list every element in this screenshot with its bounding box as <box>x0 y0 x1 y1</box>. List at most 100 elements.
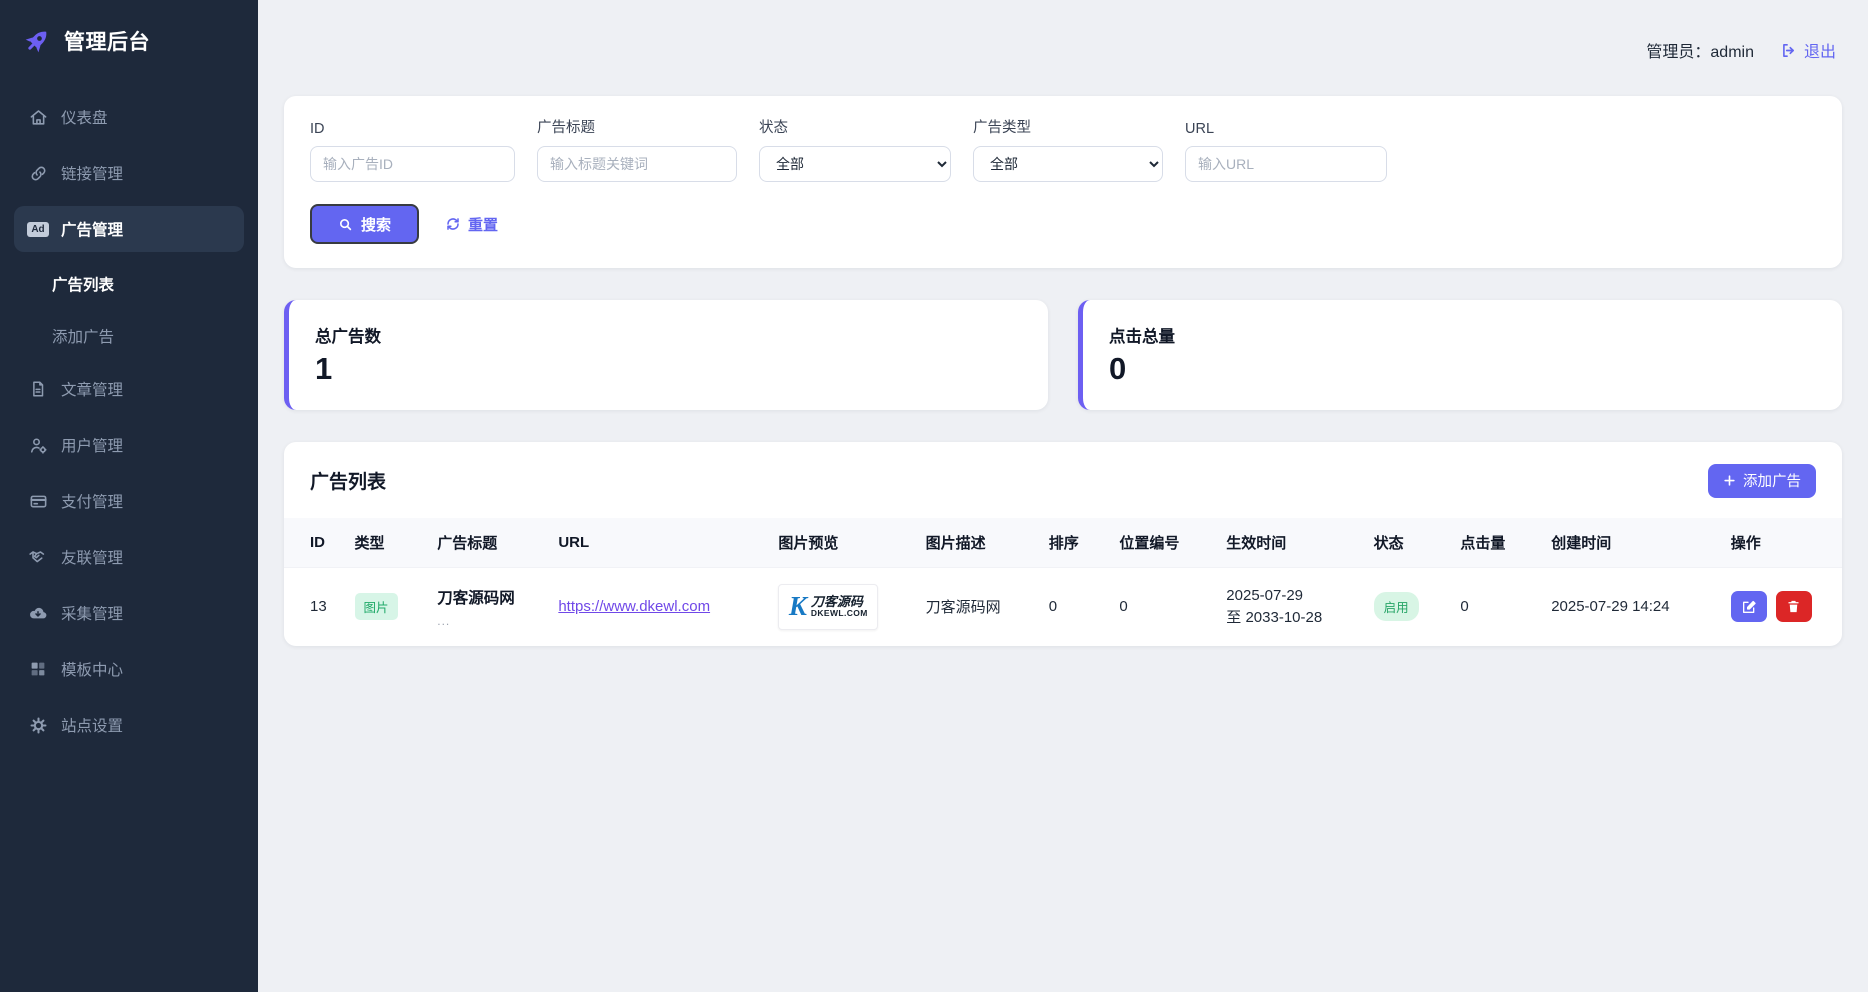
brand-k-glyph: K <box>789 593 807 620</box>
sidebar-item-label: 文章管理 <box>61 378 123 400</box>
col-position: 位置编号 <box>1109 518 1216 568</box>
cell-ad-title-sub: ... <box>437 614 538 628</box>
col-preview: 图片预览 <box>768 518 915 568</box>
preview-brand-en: DKEWL.COM <box>811 609 868 618</box>
reset-button-label: 重置 <box>468 214 498 235</box>
sidebar-item-templates[interactable]: 模板中心 <box>14 646 244 692</box>
filter-status-select[interactable]: 全部 <box>759 146 951 182</box>
sidebar-item-articles[interactable]: 文章管理 <box>14 366 244 412</box>
ad-list-panel: 广告列表 添加广告 ID 类型 广告 <box>284 442 1842 646</box>
stat-card-total-clicks: 点击总量 0 <box>1078 300 1842 410</box>
stat-title: 点击总量 <box>1109 323 1816 347</box>
type-badge: 图片 <box>355 593 398 620</box>
sidebar-item-label: 仪表盘 <box>61 106 108 128</box>
edit-icon <box>1741 599 1757 615</box>
home-icon <box>28 107 48 127</box>
cell-sort: 0 <box>1039 567 1110 646</box>
sidebar-item-site-settings[interactable]: 站点设置 <box>14 702 244 748</box>
delete-button[interactable] <box>1776 591 1812 622</box>
trash-icon <box>1786 599 1801 614</box>
stat-title: 总广告数 <box>315 323 1022 347</box>
sidebar-item-dashboard[interactable]: 仪表盘 <box>14 94 244 140</box>
col-clicks: 点击量 <box>1450 518 1541 568</box>
main-content: 管理员：admin 退出 ID 广告标题 状态 全部 <box>258 0 1868 992</box>
sidebar-item-links[interactable]: 链接管理 <box>14 150 244 196</box>
image-preview[interactable]: K 刀客源码 DKEWL.COM <box>778 584 878 630</box>
sidebar-item-label: 模板中心 <box>61 658 123 680</box>
sidebar-item-friendlinks[interactable]: 友联管理 <box>14 534 244 580</box>
plus-icon <box>1723 474 1736 487</box>
table-row: 13 图片 刀客源码网 ... https://www.dkewl.com K … <box>284 567 1842 646</box>
reset-button[interactable]: 重置 <box>445 214 498 235</box>
sidebar-item-label: 站点设置 <box>61 714 123 736</box>
logout-button[interactable]: 退出 <box>1780 38 1836 62</box>
link-icon <box>28 163 48 183</box>
filter-type-select[interactable]: 全部 <box>973 146 1163 182</box>
stat-card-total-ads: 总广告数 1 <box>284 300 1048 410</box>
ad-table: ID 类型 广告标题 URL 图片预览 图片描述 排序 位置编号 生效时间 状态… <box>284 518 1842 646</box>
effective-from: 2025-07-29 <box>1226 585 1353 607</box>
sidebar-item-payments[interactable]: 支付管理 <box>14 478 244 524</box>
cell-clicks: 0 <box>1450 567 1541 646</box>
table-header-row: ID 类型 广告标题 URL 图片预览 图片描述 排序 位置编号 生效时间 状态… <box>284 518 1842 568</box>
cell-id: 13 <box>284 567 345 646</box>
preview-brand-cn: 刀客源码 <box>811 595 868 609</box>
admin-label: 管理员：admin <box>1646 38 1754 62</box>
edit-button[interactable] <box>1731 591 1767 622</box>
ad-icon: Ad <box>28 219 48 239</box>
col-url: URL <box>548 518 768 568</box>
handshake-icon <box>28 547 48 567</box>
filter-type-label: 广告类型 <box>973 116 1163 137</box>
sidebar-nav: 仪表盘 链接管理 Ad 广告管理 广告列表 添加广告 <box>0 82 258 748</box>
document-icon <box>28 379 48 399</box>
sidebar-item-users[interactable]: 用户管理 <box>14 422 244 468</box>
sidebar-item-collect[interactable]: 采集管理 <box>14 590 244 636</box>
table-title: 广告列表 <box>310 467 386 494</box>
brand-title: 管理后台 <box>64 26 150 56</box>
col-created: 创建时间 <box>1541 518 1721 568</box>
cell-ad-title: 刀客源码网 <box>437 586 538 608</box>
search-button-label: 搜索 <box>361 214 391 235</box>
sidebar-item-label: 广告管理 <box>61 218 123 240</box>
cell-description: 刀客源码网 <box>916 567 1039 646</box>
filter-url-input[interactable] <box>1185 146 1387 182</box>
filter-title-label: 广告标题 <box>537 116 737 137</box>
stats-row: 总广告数 1 点击总量 0 <box>284 300 1842 410</box>
logout-label: 退出 <box>1804 38 1836 62</box>
cell-position: 0 <box>1109 567 1216 646</box>
status-badge: 启用 <box>1374 592 1419 621</box>
filter-panel: ID 广告标题 状态 全部 广告类型 全部 URL <box>284 96 1842 268</box>
grid-icon <box>28 659 48 679</box>
filter-title-input[interactable] <box>537 146 737 182</box>
ad-url-link[interactable]: https://www.dkewl.com <box>558 598 710 615</box>
filter-id-input[interactable] <box>310 146 515 182</box>
filter-url-label: URL <box>1185 121 1387 137</box>
sidebar-item-ad-add[interactable]: 添加广告 <box>14 314 244 358</box>
search-button[interactable]: 搜索 <box>310 204 419 244</box>
sidebar-item-label: 友联管理 <box>61 546 123 568</box>
add-ad-button[interactable]: 添加广告 <box>1708 464 1816 498</box>
filter-id-label: ID <box>310 121 515 137</box>
sidebar-item-ad-list[interactable]: 广告列表 <box>14 262 244 306</box>
refresh-icon <box>445 216 461 232</box>
sidebar: 管理后台 仪表盘 链接管理 Ad 广告管理 <box>0 0 258 992</box>
col-effective-time: 生效时间 <box>1216 518 1363 568</box>
col-sort: 排序 <box>1039 518 1110 568</box>
cell-created: 2025-07-29 14:24 <box>1541 567 1721 646</box>
filter-status-label: 状态 <box>759 116 951 137</box>
sidebar-item-label: 链接管理 <box>61 162 123 184</box>
effective-to: 至 2033-10-28 <box>1226 607 1353 629</box>
sidebar-item-label: 支付管理 <box>61 490 123 512</box>
credit-card-icon <box>28 491 48 511</box>
user-gear-icon <box>28 435 48 455</box>
gear-icon <box>28 715 48 735</box>
sidebar-item-label: 广告列表 <box>52 273 114 295</box>
sidebar-item-label: 用户管理 <box>61 434 123 456</box>
cloud-download-icon <box>28 603 48 623</box>
sidebar-item-ads[interactable]: Ad 广告管理 <box>14 206 244 252</box>
brand: 管理后台 <box>0 22 258 82</box>
stat-value: 1 <box>315 351 1022 387</box>
col-status: 状态 <box>1364 518 1451 568</box>
rocket-logo-icon <box>22 26 52 56</box>
stat-value: 0 <box>1109 351 1816 387</box>
